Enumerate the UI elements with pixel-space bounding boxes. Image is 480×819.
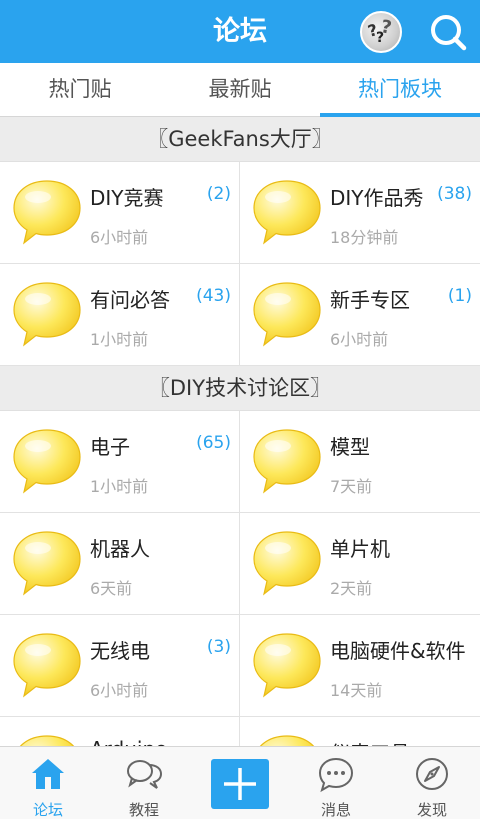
board-name: 仪表工具 (330, 737, 410, 746)
section-header: 〖GeekFans大厅〗 (0, 117, 480, 162)
top-bar: 论坛 ? ? ? (0, 0, 480, 63)
board-cell[interactable]: 电脑硬件&软件 14天前 (240, 615, 480, 717)
tab-bar: 热门贴 最新贴 热门板块 (0, 63, 480, 117)
board-name: DIY作品秀 (330, 186, 424, 210)
search-icon (431, 15, 467, 51)
board-bubble-icon (253, 633, 321, 698)
board-bubble-icon (253, 282, 321, 347)
board-name: 新手专区 (330, 288, 410, 312)
nav-forum-label: 论坛 (32, 801, 63, 819)
board-cell[interactable]: 新手专区 (1) 6小时前 (240, 264, 480, 366)
compass-icon (416, 758, 448, 790)
nav-forum[interactable]: 论坛 (0, 747, 96, 819)
tab-hot-boards-label: 热门板块 (358, 77, 442, 101)
board-last-active: 2天前 (330, 579, 373, 598)
nav-tutorial-label: 教程 (128, 801, 159, 819)
nav-messages[interactable]: 消息 (288, 747, 384, 819)
board-name: 单片机 (330, 537, 390, 561)
board-cell[interactable]: DIY作品秀 (38) 18分钟前 (240, 162, 480, 264)
message-icon (318, 757, 354, 793)
nav-tutorial[interactable]: 教程 (96, 747, 192, 819)
board-last-active: 6天前 (90, 579, 133, 598)
board-cell[interactable]: 有问必答 (43) 1小时前 (0, 264, 240, 366)
board-bubble-icon (13, 633, 81, 698)
board-grid: DIY竞赛 (2) 6小时前 DIY作品秀 (38) 18分钟前有问必答 (43) 1小时前 新… (0, 162, 480, 366)
board-last-active: 1小时前 (90, 330, 149, 349)
board-cell[interactable]: 仪表工具 (240, 717, 480, 746)
board-bubble-icon (13, 282, 81, 347)
board-cell[interactable]: 模型 7天前 (240, 411, 480, 513)
chat-bubbles-icon (127, 760, 163, 789)
board-grid: 电子 (65) 1小时前 模型 7天前机器人 6天前 单片机 2天前无线电 (3) 6小时前 电脑硬… (0, 411, 480, 746)
board-bubble-icon (13, 531, 81, 596)
board-last-active: 7天前 (330, 477, 373, 496)
search-button[interactable] (428, 12, 468, 52)
board-bubble-icon (20, 735, 74, 746)
board-last-active: 6小时前 (90, 681, 149, 700)
board-bubble-icon (253, 429, 321, 494)
board-post-count: (3) (206, 637, 231, 657)
page-title: 论坛 (213, 16, 267, 47)
board-cell[interactable]: 单片机 2天前 (240, 513, 480, 615)
board-list[interactable]: 〖GeekFans大厅〗 DIY竞赛 (2) 6小时前 DIY作品秀 (38) 18分钟前… (0, 117, 480, 746)
board-post-count: (43) (196, 286, 231, 306)
board-cell[interactable]: DIY竞赛 (2) 6小时前 (0, 162, 240, 264)
board-name: 机器人 (90, 537, 150, 561)
board-cell[interactable]: 电子 (65) 1小时前 (0, 411, 240, 513)
board-bubble-icon (13, 180, 81, 245)
nav-discover[interactable]: 发现 (384, 747, 480, 819)
board-name: 电子 (90, 435, 130, 459)
bottom-nav: 论坛 教程 消息 发现 (0, 746, 480, 819)
new-post-button[interactable] (211, 759, 269, 809)
board-name: Arduino (90, 737, 167, 746)
board-post-count: (2) (206, 184, 231, 204)
home-icon (32, 759, 64, 789)
board-name: 模型 (330, 435, 370, 459)
board-bubble-icon (13, 429, 81, 494)
board-bubble-icon (260, 735, 314, 746)
plus-icon (224, 768, 256, 800)
board-bubble-icon (253, 180, 321, 245)
tab-hot-posts[interactable]: 热门贴 (0, 63, 160, 117)
tab-hot-boards[interactable]: 热门板块 (320, 63, 480, 117)
tab-latest-posts[interactable]: 最新贴 (160, 63, 320, 117)
board-name: 无线电 (90, 639, 150, 663)
board-cell[interactable]: 无线电 (3) 6小时前 (0, 615, 240, 717)
board-name: 电脑硬件&软件 (330, 639, 466, 663)
nav-discover-label: 发现 (416, 801, 447, 819)
board-post-count: (65) (196, 433, 231, 453)
avatar-icon[interactable]: ? ? ? (360, 11, 402, 53)
board-cell[interactable]: Arduino (0, 717, 240, 746)
board-name: 有问必答 (90, 288, 170, 312)
section-header: 〖DIY技术讨论区〗 (0, 366, 480, 411)
board-post-count: (1) (447, 286, 472, 306)
board-name: DIY竞赛 (90, 186, 164, 210)
nav-messages-label: 消息 (320, 801, 351, 819)
board-post-count: (38) (437, 184, 472, 204)
board-last-active: 18分钟前 (330, 228, 399, 247)
board-cell[interactable]: 机器人 6天前 (0, 513, 240, 615)
board-last-active: 1小时前 (90, 477, 149, 496)
board-bubble-icon (253, 531, 321, 596)
board-last-active: 14天前 (330, 681, 383, 700)
board-last-active: 6小时前 (90, 228, 149, 247)
board-last-active: 6小时前 (330, 330, 389, 349)
